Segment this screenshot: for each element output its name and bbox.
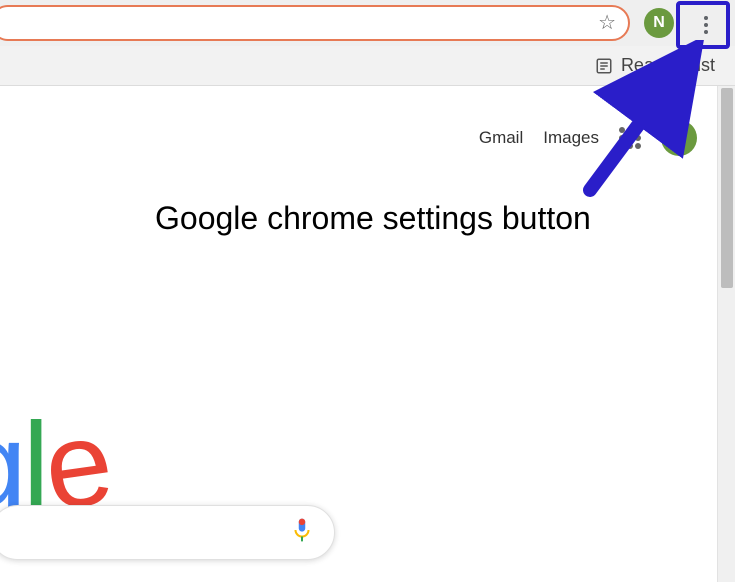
profile-initial: N <box>653 14 665 32</box>
vertical-scrollbar[interactable] <box>717 86 735 582</box>
chrome-menu-button[interactable] <box>686 5 726 45</box>
page-content: Gmail Images N g l e <box>0 86 717 582</box>
profile-badge-toolbar[interactable]: N <box>644 8 674 38</box>
reading-list-icon <box>595 57 613 75</box>
gmail-link[interactable]: Gmail <box>479 128 523 148</box>
google-header-links: Gmail Images N <box>479 120 697 156</box>
bookmark-star-icon[interactable]: ☆ <box>598 13 616 33</box>
voice-search-icon[interactable] <box>292 517 312 548</box>
browser-toolbar: ☆ N <box>0 0 735 46</box>
profile-initial: N <box>673 128 686 149</box>
scrollbar-thumb[interactable] <box>721 88 733 288</box>
images-link[interactable]: Images <box>543 128 599 148</box>
google-apps-icon[interactable] <box>619 127 641 149</box>
bookmarks-bar: Reading list <box>0 46 735 86</box>
google-search-input[interactable] <box>0 505 335 560</box>
reading-list-button[interactable]: Reading list <box>621 55 715 76</box>
address-bar[interactable]: ☆ <box>0 5 630 41</box>
profile-badge-page[interactable]: N <box>661 120 697 156</box>
vertical-dots-icon <box>704 16 708 34</box>
